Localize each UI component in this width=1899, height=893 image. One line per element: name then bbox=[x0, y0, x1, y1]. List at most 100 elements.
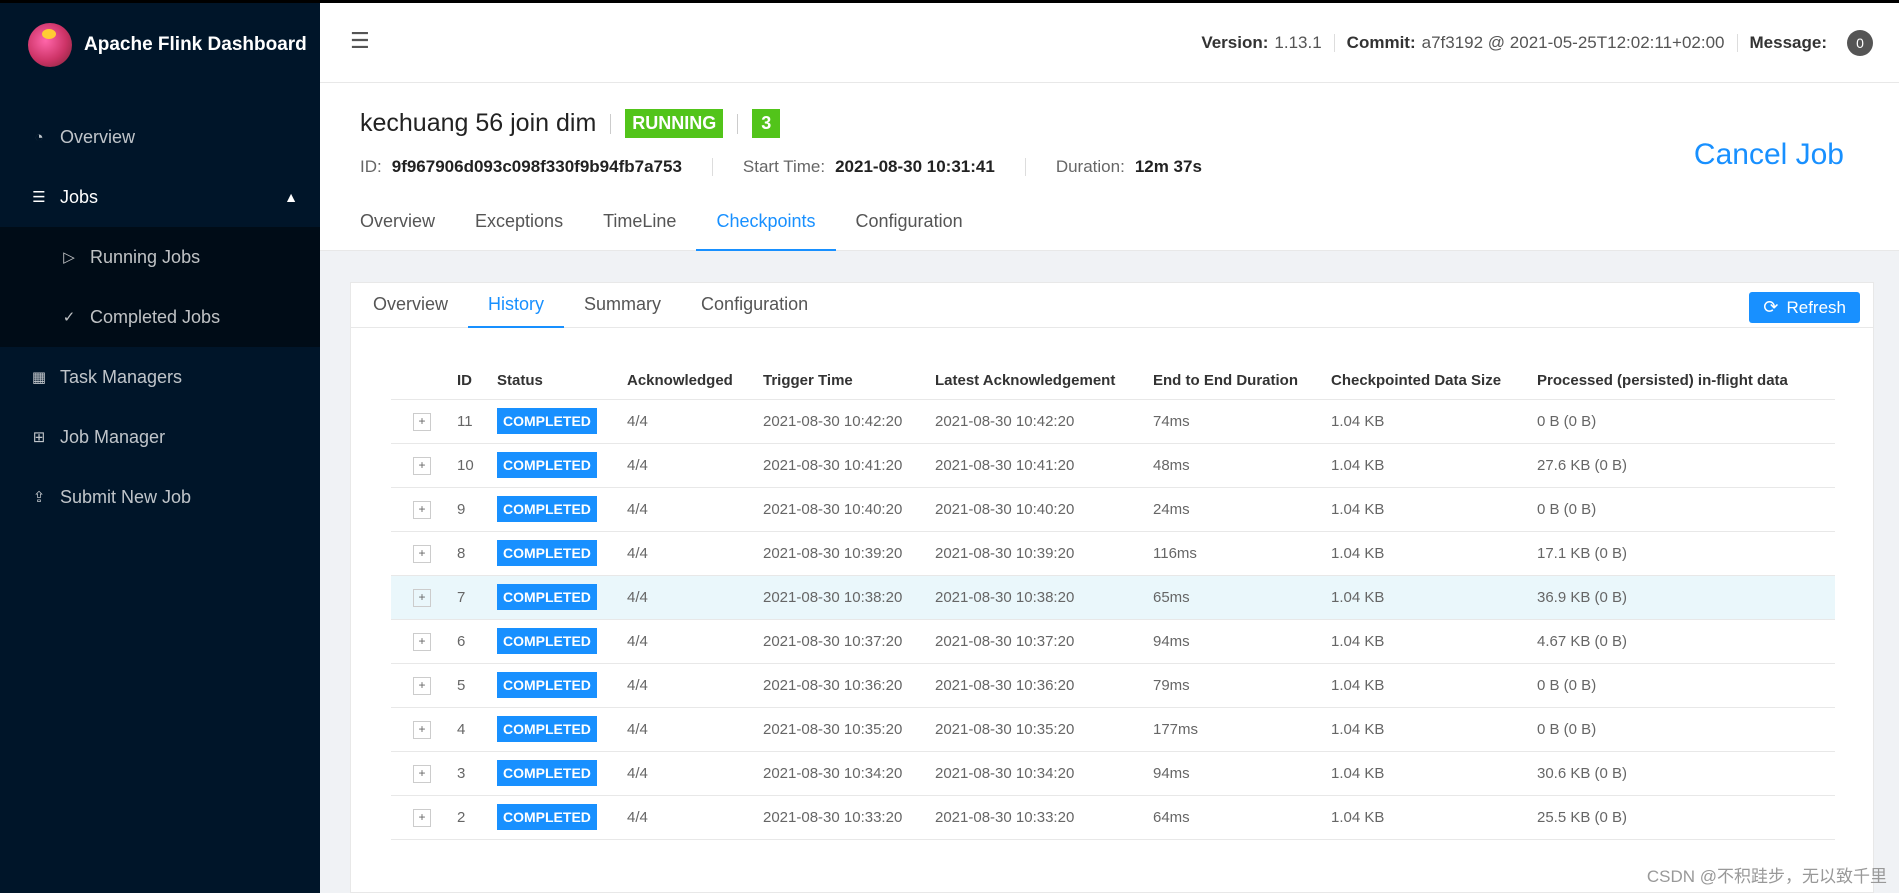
checkpoint-tab-summary[interactable]: Summary bbox=[564, 283, 681, 327]
expand-row-icon[interactable]: + bbox=[413, 544, 431, 563]
sidebar-item-job-manager[interactable]: ⊞ Job Manager bbox=[0, 407, 320, 467]
table-row[interactable]: + 11 COMPLETED 4/4 2021-08-30 10:42:20 2… bbox=[391, 399, 1835, 444]
sidebar-item-label: Submit New Job bbox=[60, 486, 192, 507]
table-row[interactable]: + 10 COMPLETED 4/4 2021-08-30 10:41:20 2… bbox=[391, 443, 1835, 488]
cell-acknowledged: 4/4 bbox=[621, 751, 757, 796]
cell-trigger-time: 2021-08-30 10:38:20 bbox=[757, 575, 929, 620]
table-row[interactable]: + 2 COMPLETED 4/4 2021-08-30 10:33:20 20… bbox=[391, 795, 1835, 840]
table-row[interactable]: + 4 COMPLETED 4/4 2021-08-30 10:35:20 20… bbox=[391, 707, 1835, 752]
cell-id: 8 bbox=[451, 531, 491, 576]
cell-data-size: 1.04 KB bbox=[1325, 751, 1531, 796]
cell-data-size: 1.04 KB bbox=[1325, 487, 1531, 532]
expand-column-header bbox=[391, 363, 451, 400]
cell-inflight: 36.9 KB (0 B) bbox=[1531, 575, 1835, 620]
checkpoint-tab-overview[interactable]: Overview bbox=[353, 283, 468, 327]
sidebar-item-overview[interactable]: ◔ Overview bbox=[0, 107, 320, 167]
expand-row-icon[interactable]: + bbox=[413, 500, 431, 519]
divider bbox=[711, 158, 713, 176]
expand-row-icon[interactable]: + bbox=[413, 720, 431, 739]
job-name: kechuang 56 join dim bbox=[360, 109, 597, 137]
sidebar-item-completed-jobs[interactable]: ✓ Completed Jobs bbox=[0, 287, 320, 347]
sidebar-item-submit-new-job[interactable]: ⇪ Submit New Job bbox=[0, 467, 320, 527]
status-badge: COMPLETED bbox=[497, 716, 597, 742]
cell-trigger-time: 2021-08-30 10:39:20 bbox=[757, 531, 929, 576]
cell-data-size: 1.04 KB bbox=[1325, 619, 1531, 664]
cell-trigger-time: 2021-08-30 10:40:20 bbox=[757, 487, 929, 532]
status-badge: COMPLETED bbox=[497, 540, 597, 566]
cell-id: 4 bbox=[451, 707, 491, 752]
cell-id: 6 bbox=[451, 619, 491, 664]
watermark-text: CSDN @不积跬步，无以致千里 bbox=[1646, 867, 1887, 886]
list-icon: ☰ bbox=[32, 189, 46, 206]
sidebar-item-running-jobs[interactable]: ▷ Running Jobs bbox=[0, 227, 320, 287]
sidebar-item-jobs[interactable]: ☰ Jobs ▲ bbox=[0, 167, 320, 227]
cell-inflight: 0 B (0 B) bbox=[1531, 399, 1835, 444]
table-row[interactable]: + 5 COMPLETED 4/4 2021-08-30 10:36:20 20… bbox=[391, 663, 1835, 708]
cell-latest-ack: 2021-08-30 10:36:20 bbox=[929, 663, 1147, 708]
table-row[interactable]: + 9 COMPLETED 4/4 2021-08-30 10:40:20 20… bbox=[391, 487, 1835, 532]
job-id-value: 9f967906d093c098f330f9b94fb7a753 bbox=[391, 157, 682, 176]
cell-trigger-time: 2021-08-30 10:33:20 bbox=[757, 795, 929, 840]
table-row[interactable]: + 7 COMPLETED 4/4 2021-08-30 10:38:20 20… bbox=[391, 575, 1835, 620]
expand-row-icon[interactable]: + bbox=[413, 632, 431, 651]
checkpoint-tab-configuration[interactable]: Configuration bbox=[681, 283, 828, 327]
status-badge: COMPLETED bbox=[497, 628, 597, 654]
checkpoint-tabs: Overview History Summary Configuration bbox=[351, 283, 1873, 328]
cell-latest-ack: 2021-08-30 10:39:20 bbox=[929, 531, 1147, 576]
version-value: 1.13.1 bbox=[1274, 33, 1322, 52]
column-header-inflight: Processed (persisted) in-flight data bbox=[1531, 363, 1835, 400]
checkpoint-tab-history[interactable]: History bbox=[468, 283, 565, 328]
cell-inflight: 25.5 KB (0 B) bbox=[1531, 795, 1835, 840]
tab-checkpoints[interactable]: Checkpoints bbox=[696, 201, 836, 251]
cell-duration: 116ms bbox=[1147, 531, 1325, 576]
cell-acknowledged: 4/4 bbox=[621, 443, 757, 488]
commit-label: Commit: bbox=[1346, 33, 1416, 52]
tab-exceptions[interactable]: Exceptions bbox=[455, 201, 583, 251]
cancel-job-link[interactable]: Cancel Job bbox=[1694, 138, 1844, 172]
cell-inflight: 4.67 KB (0 B) bbox=[1531, 619, 1835, 664]
cell-acknowledged: 4/4 bbox=[621, 707, 757, 752]
status-badge: COMPLETED bbox=[497, 760, 597, 786]
tab-overview[interactable]: Overview bbox=[340, 201, 455, 251]
chevron-up-icon: ▲ bbox=[284, 189, 298, 205]
table-row[interactable]: + 8 COMPLETED 4/4 2021-08-30 10:39:20 20… bbox=[391, 531, 1835, 576]
cell-latest-ack: 2021-08-30 10:35:20 bbox=[929, 707, 1147, 752]
divider bbox=[1024, 158, 1026, 176]
expand-row-icon[interactable]: + bbox=[413, 456, 431, 475]
cell-duration: 94ms bbox=[1147, 751, 1325, 796]
expand-row-icon[interactable]: + bbox=[413, 808, 431, 827]
cell-duration: 65ms bbox=[1147, 575, 1325, 620]
cell-inflight: 27.6 KB (0 B) bbox=[1531, 443, 1835, 488]
status-badge: COMPLETED bbox=[497, 496, 597, 522]
table-row[interactable]: + 6 COMPLETED 4/4 2021-08-30 10:37:20 20… bbox=[391, 619, 1835, 664]
refresh-label: Refresh bbox=[1786, 297, 1846, 317]
cell-latest-ack: 2021-08-30 10:33:20 bbox=[929, 795, 1147, 840]
task-count-badge: 3 bbox=[752, 109, 781, 138]
tab-configuration[interactable]: Configuration bbox=[836, 201, 983, 251]
flink-logo-icon bbox=[28, 23, 72, 67]
cell-latest-ack: 2021-08-30 10:41:20 bbox=[929, 443, 1147, 488]
start-time-value: 2021-08-30 10:31:41 bbox=[835, 157, 995, 176]
expand-row-icon[interactable]: + bbox=[413, 676, 431, 695]
brand[interactable]: Apache Flink Dashboard bbox=[0, 3, 320, 87]
job-meta: ID: 9f967906d093c098f330f9b94fb7a753 Sta… bbox=[360, 157, 1202, 177]
cell-latest-ack: 2021-08-30 10:34:20 bbox=[929, 751, 1147, 796]
sidebar-item-label: Job Manager bbox=[60, 426, 166, 447]
message-count-badge[interactable]: 0 bbox=[1847, 30, 1873, 56]
refresh-button[interactable]: ⟳ Refresh bbox=[1749, 292, 1860, 323]
menu-fold-icon[interactable]: ☰ bbox=[350, 28, 370, 54]
sidebar-item-label: Overview bbox=[60, 126, 136, 147]
status-badge: COMPLETED bbox=[497, 672, 597, 698]
sidebar-item-task-managers[interactable]: ▦ Task Managers bbox=[0, 347, 320, 407]
expand-row-icon[interactable]: + bbox=[413, 412, 431, 431]
table-row[interactable]: + 3 COMPLETED 4/4 2021-08-30 10:34:20 20… bbox=[391, 751, 1835, 796]
cell-data-size: 1.04 KB bbox=[1325, 575, 1531, 620]
play-circle-icon: ▷ bbox=[63, 249, 75, 266]
divider bbox=[737, 113, 739, 134]
expand-row-icon[interactable]: + bbox=[413, 588, 431, 607]
tab-timeline[interactable]: TimeLine bbox=[583, 201, 696, 251]
checkpoints-card: Overview History Summary Configuration ⟳… bbox=[350, 282, 1874, 893]
cell-data-size: 1.04 KB bbox=[1325, 707, 1531, 752]
expand-row-icon[interactable]: + bbox=[413, 764, 431, 783]
version-info: Version: 1.13.1 Commit: a7f3192 @ 2021-0… bbox=[1201, 30, 1873, 56]
